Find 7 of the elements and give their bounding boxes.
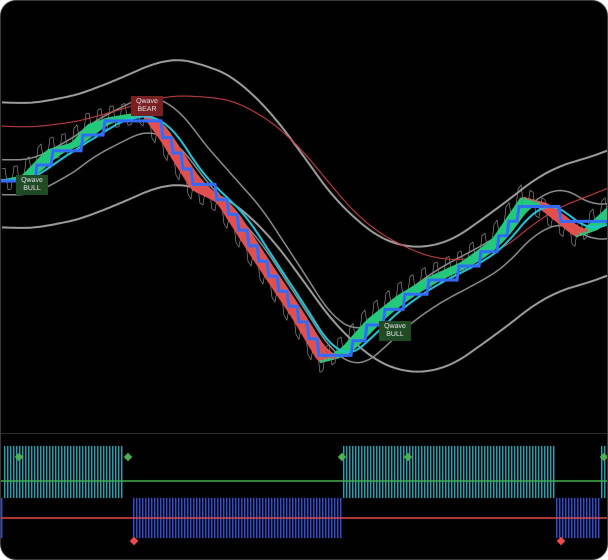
buy-diamond-marker xyxy=(124,452,132,462)
buy-diamond-marker xyxy=(338,452,346,462)
sell-diamond-marker xyxy=(556,536,566,546)
buy-diamond-marker xyxy=(404,452,412,462)
buy-diamond-marker xyxy=(14,452,24,462)
buy-diamond-marker xyxy=(600,452,607,462)
sell-diamond-marker xyxy=(130,536,138,546)
